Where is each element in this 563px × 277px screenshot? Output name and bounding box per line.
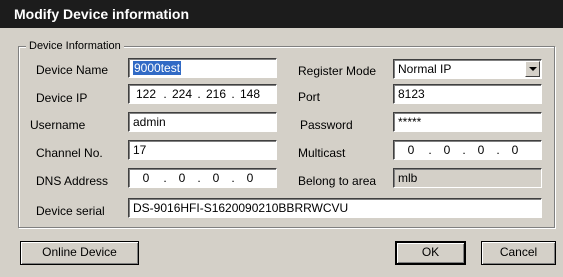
dns-octet-4: 0 [246, 171, 254, 185]
channel-no-value: 17 [133, 143, 147, 157]
cancel-button[interactable]: Cancel [481, 241, 556, 265]
device-name-value: 9000test [133, 61, 182, 75]
device-serial-field[interactable]: DS-9016HFI-S1620090210BBRRWCVU [128, 198, 542, 218]
password-value: ***** [398, 115, 422, 129]
device-name-label: Device Name [36, 63, 109, 77]
dns-address-field[interactable]: 0 . 0 . 0 . 0 [128, 168, 277, 188]
password-label: Password [300, 118, 353, 132]
dialog-title: Modify Device information [0, 0, 563, 28]
username-value: admin [133, 115, 166, 129]
port-field[interactable]: 8123 [393, 84, 542, 104]
ip-dot: . [231, 171, 235, 185]
ip-dot: . [496, 143, 500, 157]
dns-octet-3: 0 [212, 171, 220, 185]
device-name-field[interactable]: 9000test [128, 58, 277, 78]
ip-dot: . [197, 87, 201, 101]
ip-dot: . [231, 87, 235, 101]
multicast-label: Multicast [298, 146, 346, 160]
ok-button[interactable]: OK [395, 241, 466, 265]
group-title: Device Information [26, 39, 124, 53]
device-ip-octet-2: 224 [171, 87, 193, 101]
device-ip-octet-3: 216 [205, 87, 227, 101]
ip-dot: . [197, 171, 201, 185]
device-ip-field[interactable]: 122 . 224 . 216 . 148 [128, 84, 277, 104]
online-device-button[interactable]: Online Device [20, 241, 139, 265]
username-field[interactable]: admin [128, 112, 277, 132]
modify-device-dialog: Modify Device information Device Informa… [0, 0, 563, 277]
belong-to-area-label: Belong to area [298, 174, 377, 188]
multicast-octet-4: 0 [511, 143, 519, 157]
chevron-down-icon[interactable] [525, 61, 540, 77]
username-label: Username [30, 118, 86, 132]
ip-dot: . [163, 87, 167, 101]
multicast-octet-3: 0 [477, 143, 485, 157]
multicast-octet-2: 0 [443, 143, 451, 157]
device-ip-octet-1: 122 [135, 87, 157, 101]
channel-no-label: Channel No. [36, 146, 103, 160]
channel-no-field[interactable]: 17 [128, 140, 277, 160]
device-serial-value: DS-9016HFI-S1620090210BBRRWCVU [133, 201, 349, 215]
register-mode-label: Register Mode [298, 64, 377, 78]
dns-octet-1: 0 [142, 171, 150, 185]
password-field[interactable]: ***** [393, 112, 542, 132]
multicast-field[interactable]: 0 . 0 . 0 . 0 [393, 140, 542, 160]
belong-to-area-value: mlb [398, 171, 418, 185]
belong-to-area-field: mlb [393, 168, 542, 188]
register-mode-select[interactable]: Normal IP [393, 59, 542, 79]
device-ip-label: Device IP [36, 91, 88, 105]
dns-octet-2: 0 [178, 171, 186, 185]
device-ip-octet-4: 148 [239, 87, 261, 101]
port-value: 8123 [398, 87, 425, 101]
ip-dot: . [462, 143, 466, 157]
port-label: Port [298, 90, 321, 104]
device-serial-label: Device serial [36, 204, 105, 218]
register-mode-value: Normal IP [398, 62, 452, 76]
ip-dot: . [163, 171, 167, 185]
dns-address-label: DNS Address [36, 174, 109, 188]
multicast-octet-1: 0 [407, 143, 415, 157]
ip-dot: . [428, 143, 432, 157]
